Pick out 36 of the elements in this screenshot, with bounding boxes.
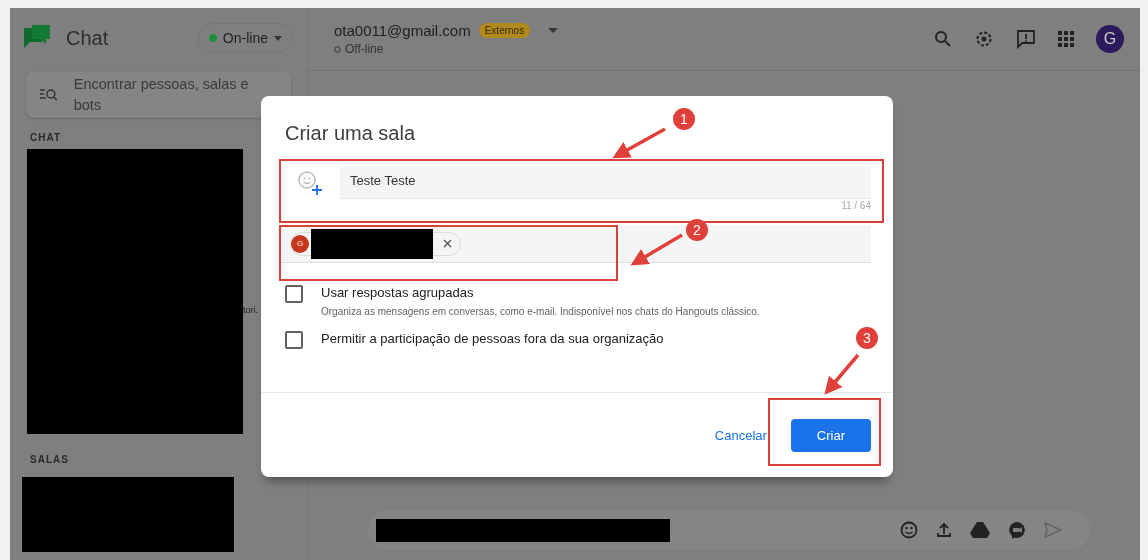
checkbox[interactable] [285, 331, 303, 349]
cancel-button[interactable]: Cancelar [714, 427, 767, 443]
option-label: Permitir a participação de pessoas fora da sua organização [321, 331, 664, 346]
settings-icon[interactable] [974, 29, 994, 49]
presence-label: Off-line [345, 42, 384, 56]
annotation-arrow [612, 127, 666, 159]
account-email: ota0011@gmail.com [334, 22, 471, 39]
message-preview: tori. [243, 305, 258, 315]
feedback-icon[interactable] [1016, 29, 1036, 49]
checkbox[interactable] [285, 285, 303, 303]
search-field[interactable]: Encontrar pessoas, salas e bots [26, 72, 291, 118]
section-heading: SALAS [30, 454, 70, 465]
add-emoji-icon[interactable] [297, 170, 323, 196]
user-avatar[interactable]: G [1096, 25, 1124, 53]
emoji-icon[interactable] [900, 521, 918, 539]
dialog-title: Criar uma sala [285, 122, 416, 145]
annotation-arrow [824, 353, 860, 395]
option-description: Organiza as mensagens em conversas, como e-mail. Indisponível nos chats do Hangouts clássico. [321, 306, 760, 317]
search-icon [40, 88, 58, 102]
upload-icon[interactable] [936, 522, 952, 538]
external-badge: Externos [478, 23, 531, 38]
option-label: Usar respostas agrupadas [321, 285, 475, 300]
app-name: Chat [66, 26, 110, 50]
create-button[interactable]: Criar [790, 418, 871, 452]
room-name-field[interactable]: Teste Teste [340, 167, 871, 199]
caret-icon[interactable] [548, 28, 559, 33]
close-icon[interactable] [443, 239, 452, 248]
caret-icon [274, 35, 282, 41]
search-icon[interactable] [934, 30, 952, 48]
message-composer[interactable] [368, 510, 1090, 550]
annotation-arrow [630, 233, 683, 266]
chip-avatar: G [291, 234, 309, 253]
character-counter: 11 / 64 [841, 200, 871, 211]
offline-circle-icon [334, 45, 341, 53]
video-chat-icon[interactable] [1008, 521, 1026, 539]
apps-grid-icon[interactable] [1058, 31, 1074, 47]
